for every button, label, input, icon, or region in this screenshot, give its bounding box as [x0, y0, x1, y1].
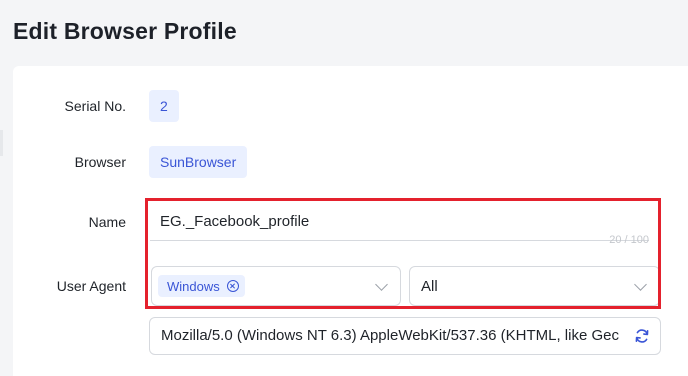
- name-input-value: EG._Facebook_profile: [160, 213, 310, 230]
- ua-filter-select[interactable]: All: [409, 266, 660, 306]
- user-agent-value: Mozilla/5.0 (Windows NT 6.3) AppleWebKit…: [161, 327, 619, 344]
- chevron-down-icon[interactable]: [634, 278, 647, 291]
- name-label: Name: [88, 214, 126, 230]
- os-select[interactable]: Windows: [151, 266, 401, 306]
- close-circle-icon[interactable]: [226, 280, 239, 292]
- serial-label: Serial No.: [64, 98, 126, 114]
- os-chip-label: Windows: [167, 278, 220, 294]
- chevron-down-icon[interactable]: [375, 278, 388, 291]
- browser-label: Browser: [74, 154, 126, 170]
- user-agent-label: User Agent: [56, 278, 126, 294]
- user-agent-input[interactable]: Mozilla/5.0 (Windows NT 6.3) AppleWebKit…: [149, 317, 661, 355]
- browser-value-tag: SunBrowser: [149, 146, 248, 178]
- name-input[interactable]: EG._Facebook_profile 20 / 100: [150, 203, 649, 246]
- os-chip-windows: Windows: [158, 275, 245, 297]
- refresh-icon[interactable]: [634, 328, 650, 344]
- ua-filter-value: All: [421, 278, 438, 295]
- serial-value-tag: 2: [149, 90, 179, 122]
- name-char-counter: 20 / 100: [609, 234, 649, 246]
- page-title: Edit Browser Profile: [13, 18, 237, 44]
- side-edge-marker: [0, 130, 3, 156]
